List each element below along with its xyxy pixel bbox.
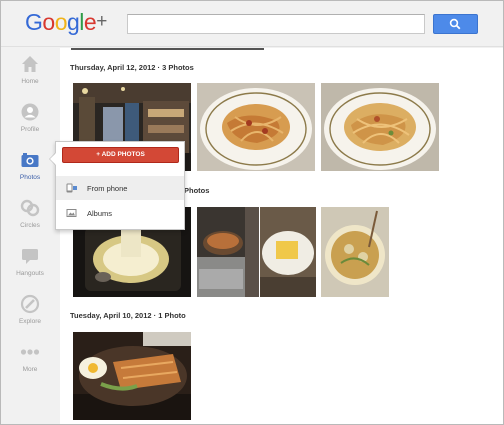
logo-plus: + (96, 11, 107, 32)
nav-label-more: More (22, 366, 38, 373)
add-photos-button[interactable]: + ADD PHOTOS (62, 147, 179, 163)
photo-strip-top-1[interactable] (71, 48, 147, 50)
menu-item-albums[interactable]: Albums (56, 201, 184, 225)
day-header-1: Thursday, April 12, 2012 · 3 Photos (70, 63, 194, 72)
photo-pasta-2[interactable] (321, 83, 439, 171)
window: Google+ Home Profile Photos Circles Hang… (0, 0, 504, 425)
nav-item-home[interactable]: Home (1, 54, 59, 102)
nav-label-explore: Explore (18, 318, 42, 325)
photo-stove[interactable] (197, 207, 259, 297)
day-header-3: Tuesday, April 10, 2012 · 1 Photo (70, 311, 186, 320)
home-icon (22, 56, 38, 72)
header-bar: Google+ (1, 1, 503, 47)
nav-item-profile[interactable]: Profile (1, 102, 59, 150)
circles-icon (20, 199, 40, 217)
flyout-arrow-inner (50, 153, 56, 165)
explore-icon (20, 294, 40, 314)
nav-label-profile: Profile (20, 126, 40, 133)
nav-label-hangouts: Hangouts (16, 270, 44, 277)
nav-item-circles[interactable]: Circles (1, 198, 59, 246)
profile-icon (21, 103, 39, 121)
left-nav: Home Profile Photos Circles Hangouts Exp… (1, 48, 59, 424)
photo-plate[interactable] (260, 207, 316, 297)
nav-item-hangouts[interactable]: Hangouts (1, 246, 59, 294)
add-photos-flyout: + ADD PHOTOS From phone Albums (55, 141, 185, 230)
photo-noodle-soup[interactable] (321, 207, 389, 297)
albums-icon (66, 209, 77, 217)
nav-label-photos: Photos (19, 174, 41, 181)
menu-label-albums: Albums (87, 209, 113, 218)
photo-sizzling-plate[interactable] (73, 332, 191, 420)
nav-item-more[interactable]: More (1, 342, 59, 390)
nav-item-explore[interactable]: Explore (1, 294, 59, 342)
photo-strip-top-2[interactable] (146, 48, 264, 50)
hangouts-icon (22, 249, 38, 264)
search-input[interactable] (127, 14, 425, 34)
photo-pasta-1[interactable] (197, 83, 315, 171)
photos-content: Thursday, April 12, 2012 · 3 Photos Phot… (60, 48, 503, 424)
camera-icon (21, 153, 39, 167)
phone-icon (66, 183, 77, 193)
nav-label-home: Home (21, 78, 39, 85)
more-icon (20, 349, 40, 355)
search-button[interactable] (433, 14, 478, 34)
search-icon (449, 18, 461, 30)
google-plus-logo[interactable]: Google+ (25, 9, 107, 36)
nav-label-circles: Circles (20, 222, 40, 229)
menu-item-from-phone[interactable]: From phone (56, 176, 184, 200)
menu-label-from-phone: From phone (87, 184, 128, 193)
